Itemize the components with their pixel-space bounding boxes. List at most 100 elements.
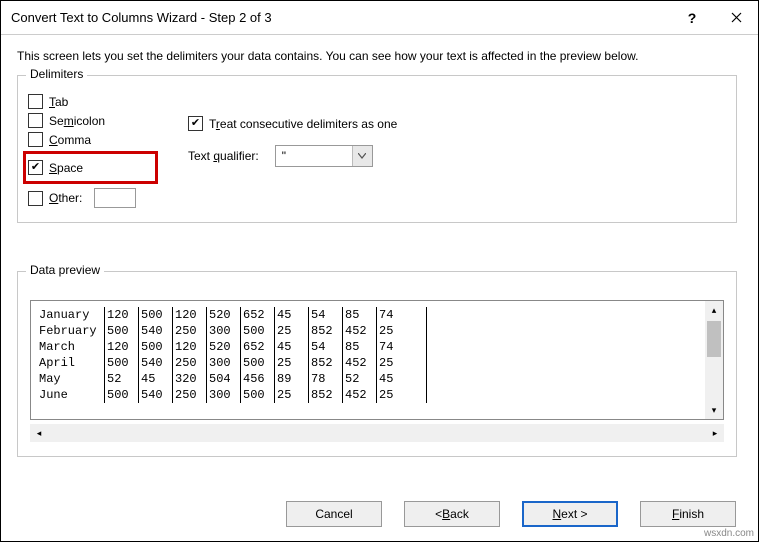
tab-label: Tab xyxy=(49,95,68,109)
delimiters-legend: Delimiters xyxy=(26,67,87,81)
qualifier-label: Text qualifier: xyxy=(188,149,259,163)
table-cell: 85 xyxy=(343,339,377,355)
finish-button[interactable]: Finish xyxy=(640,501,736,527)
table-cell: 300 xyxy=(207,387,241,403)
table-cell: 250 xyxy=(173,387,207,403)
table-cell: 54 xyxy=(309,339,343,355)
horizontal-scrollbar[interactable]: ◂ ▸ xyxy=(30,424,724,442)
delimiters-list: Tab Semicolon Comma Space xyxy=(28,90,158,212)
table-cell: 452 xyxy=(343,387,377,403)
scroll-track-h[interactable] xyxy=(48,424,706,442)
space-highlight: Space xyxy=(23,151,158,184)
treat-label: Treat consecutive delimiters as one xyxy=(209,117,397,131)
back-button[interactable]: < Back xyxy=(404,501,500,527)
table-cell: 320 xyxy=(173,371,207,387)
semicolon-label: Semicolon xyxy=(49,114,105,128)
table-cell: 540 xyxy=(139,323,173,339)
table-cell: 120 xyxy=(173,307,207,323)
watermark: wsxdn.com xyxy=(704,528,754,539)
table-cell: 452 xyxy=(343,323,377,339)
close-button[interactable] xyxy=(714,1,758,35)
dialog-content: This screen lets you set the delimiters … xyxy=(1,35,758,469)
table-cell: 45 xyxy=(139,371,173,387)
table-cell: 452 xyxy=(343,355,377,371)
table-cell: 456 xyxy=(241,371,275,387)
table-cell: June xyxy=(37,387,105,403)
table-cell: 45 xyxy=(275,339,309,355)
space-checkbox[interactable] xyxy=(28,160,43,175)
table-cell: 540 xyxy=(139,355,173,371)
other-checkbox[interactable] xyxy=(28,191,43,206)
table-cell: 74 xyxy=(377,307,427,323)
semicolon-checkbox-row[interactable]: Semicolon xyxy=(28,113,158,128)
preview-grid: January12050012052065245548574February50… xyxy=(37,307,717,403)
table-cell: 85 xyxy=(343,307,377,323)
table-cell: 852 xyxy=(309,355,343,371)
table-cell: 25 xyxy=(377,355,427,371)
table-cell: 500 xyxy=(139,307,173,323)
chevron-down-icon xyxy=(352,146,372,166)
table-row: March12050012052065245548574 xyxy=(37,339,717,355)
tab-checkbox[interactable] xyxy=(28,94,43,109)
table-cell: 120 xyxy=(105,339,139,355)
other-input[interactable] xyxy=(94,188,136,208)
table-cell: 500 xyxy=(105,387,139,403)
table-row: April5005402503005002585245225 xyxy=(37,355,717,371)
table-cell: 520 xyxy=(207,339,241,355)
description-text: This screen lets you set the delimiters … xyxy=(17,49,742,63)
preview-fieldset: Data preview January12050012052065245548… xyxy=(17,271,737,457)
scroll-right-icon[interactable]: ▸ xyxy=(706,424,724,442)
delimiters-fieldset: Delimiters Tab Semicolon Comma xyxy=(17,75,737,223)
comma-checkbox-row[interactable]: Comma xyxy=(28,132,158,147)
table-cell: January xyxy=(37,307,105,323)
table-cell: 45 xyxy=(275,307,309,323)
table-row: May524532050445689785245 xyxy=(37,371,717,387)
treat-checkbox[interactable] xyxy=(188,116,203,131)
table-cell: May xyxy=(37,371,105,387)
table-cell: 652 xyxy=(241,339,275,355)
table-row: February5005402503005002585245225 xyxy=(37,323,717,339)
table-cell: 52 xyxy=(343,371,377,387)
table-cell: February xyxy=(37,323,105,339)
table-cell: 504 xyxy=(207,371,241,387)
table-cell: 25 xyxy=(377,387,427,403)
table-cell: 520 xyxy=(207,307,241,323)
vertical-scrollbar[interactable]: ▴ ▾ xyxy=(705,301,723,419)
table-cell: 500 xyxy=(105,355,139,371)
table-cell: 500 xyxy=(139,339,173,355)
table-cell: 120 xyxy=(173,339,207,355)
other-checkbox-row[interactable]: Other: xyxy=(28,188,158,208)
preview-legend: Data preview xyxy=(26,263,104,277)
table-cell: 540 xyxy=(139,387,173,403)
other-label: Other: xyxy=(49,191,82,205)
table-cell: 300 xyxy=(207,323,241,339)
table-cell: 25 xyxy=(275,323,309,339)
table-row: June5005402503005002585245225 xyxy=(37,387,717,403)
table-cell: 250 xyxy=(173,355,207,371)
scroll-up-icon[interactable]: ▴ xyxy=(705,301,723,319)
tab-checkbox-row[interactable]: Tab xyxy=(28,94,158,109)
table-cell: 74 xyxy=(377,339,427,355)
space-checkbox-row[interactable]: Space xyxy=(28,160,127,175)
table-cell: 25 xyxy=(377,323,427,339)
help-button[interactable]: ? xyxy=(670,1,714,35)
table-cell: 500 xyxy=(105,323,139,339)
scroll-down-icon[interactable]: ▾ xyxy=(705,401,723,419)
table-cell: 652 xyxy=(241,307,275,323)
treat-checkbox-row[interactable]: Treat consecutive delimiters as one xyxy=(188,116,726,131)
qualifier-value: " xyxy=(276,149,352,163)
next-button[interactable]: Next > xyxy=(522,501,618,527)
button-row: Cancel < Back Next > Finish xyxy=(286,501,736,527)
close-icon xyxy=(731,12,742,23)
table-cell: 89 xyxy=(275,371,309,387)
scroll-left-icon[interactable]: ◂ xyxy=(30,424,48,442)
scroll-thumb[interactable] xyxy=(707,321,721,357)
comma-checkbox[interactable] xyxy=(28,132,43,147)
table-cell: 250 xyxy=(173,323,207,339)
scroll-track[interactable] xyxy=(705,319,723,401)
table-row: January12050012052065245548574 xyxy=(37,307,717,323)
cancel-button[interactable]: Cancel xyxy=(286,501,382,527)
semicolon-checkbox[interactable] xyxy=(28,113,43,128)
qualifier-select[interactable]: " xyxy=(275,145,373,167)
delimiters-options: Treat consecutive delimiters as one Text… xyxy=(188,90,726,167)
